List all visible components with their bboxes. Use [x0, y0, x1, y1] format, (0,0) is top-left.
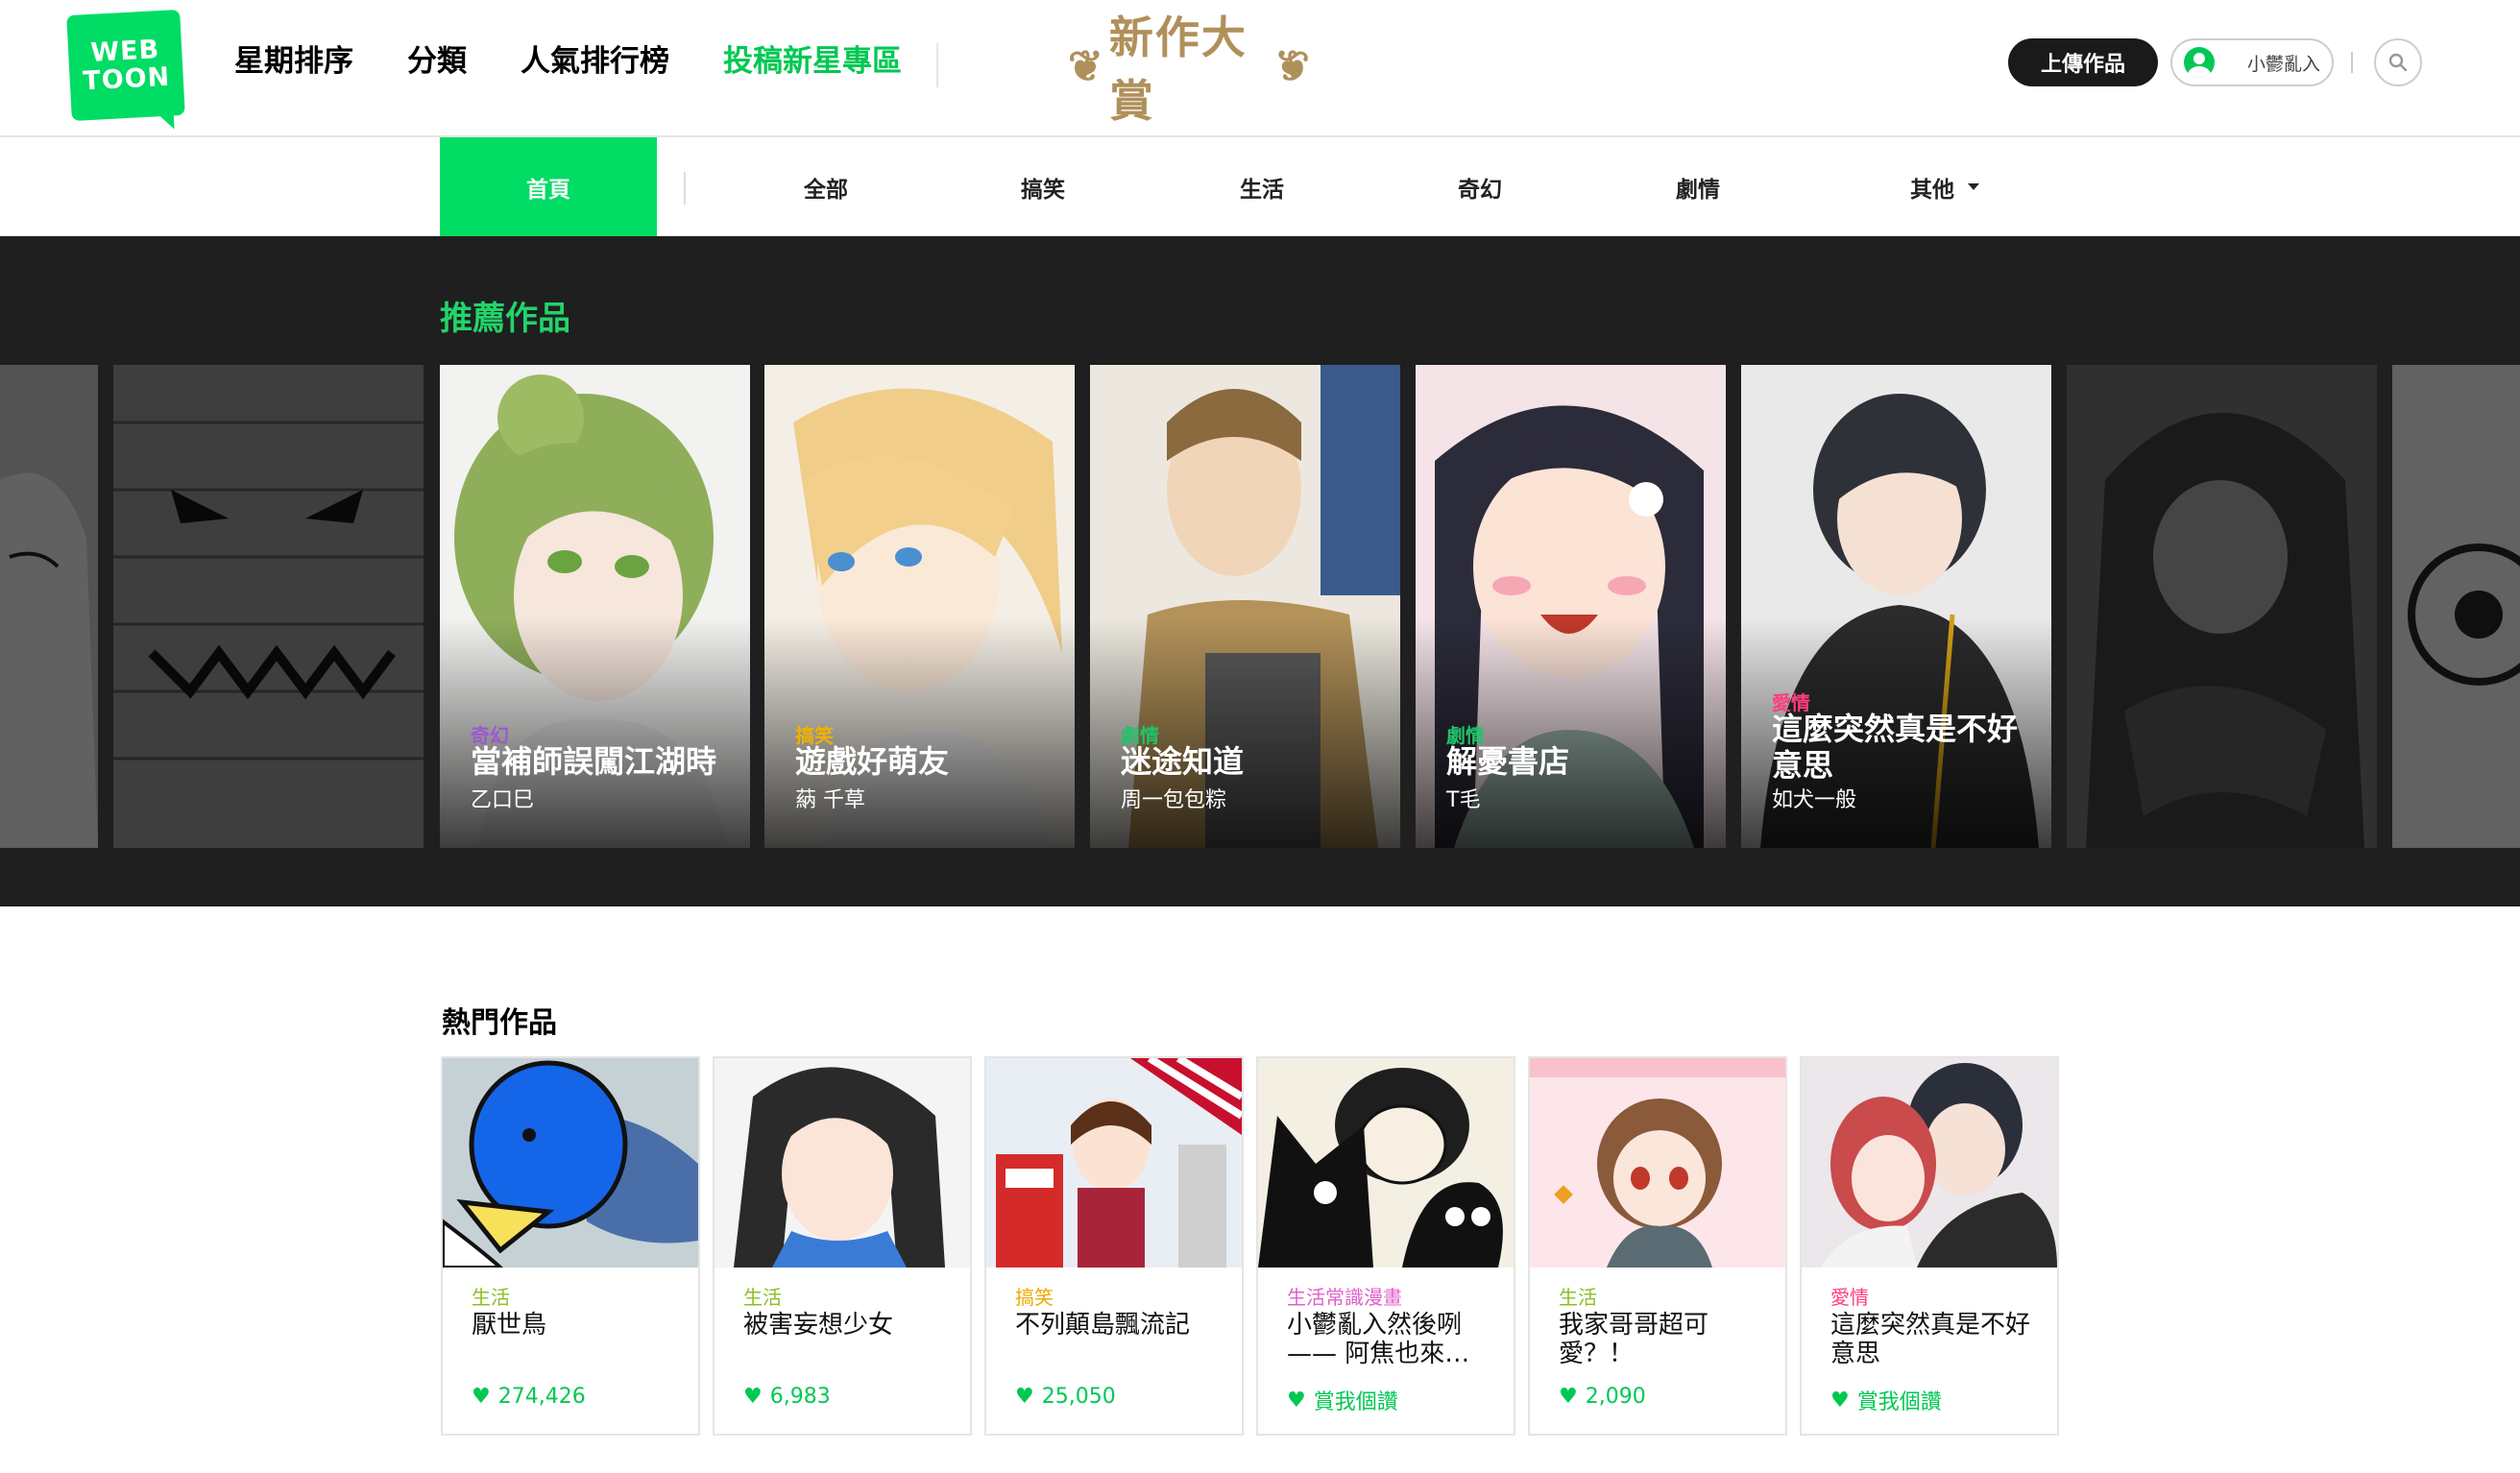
hot-genre: 生活 — [743, 1286, 782, 1309]
search-button[interactable] — [2374, 38, 2422, 86]
recommend-author: 乙口巳 — [471, 788, 535, 812]
hot-genre: 愛情 — [1830, 1286, 1869, 1309]
recommend-title-text: 解憂書店 — [1446, 743, 1570, 780]
carousel-next-card-1[interactable] — [2067, 365, 2377, 848]
heart-icon: ♥ — [1830, 1388, 1850, 1413]
hot-genre: 生活 — [1559, 1286, 1597, 1309]
user-menu-button[interactable]: 小鬱亂入 — [2170, 38, 2334, 86]
subnav-all[interactable]: 全部 — [768, 137, 884, 236]
recommend-author: T毛 — [1446, 788, 1481, 812]
recommend-card[interactable]: 劇情 解憂書店 T毛 — [1416, 365, 1726, 848]
hot-likes-value: 賞我個讚 — [1856, 1390, 1942, 1414]
subnav-divider — [684, 172, 686, 205]
hot-thumbnail — [1258, 1058, 1514, 1268]
user-avatar-icon — [2184, 47, 2215, 78]
hot-likes-value: 賞我個讚 — [1313, 1390, 1398, 1414]
recommend-author: 周一包包粽 — [1121, 788, 1227, 812]
recommend-section: 推薦作品 奇幻 當補師誤闖江湖時 乙口巳 搞笑 遊戲好萌友 蒳 千草 劇情 迷途… — [0, 236, 2520, 906]
hot-likes-value: 274,426 — [497, 1385, 586, 1409]
recommend-title-text: 這麼突然真是不好意思 — [1772, 711, 2019, 784]
hot-card[interactable]: 生活 厭世鳥 ♥ 274,426 — [441, 1056, 700, 1436]
hot-thumbnail — [443, 1058, 698, 1268]
subnav-drama[interactable]: 劇情 — [1640, 137, 1756, 236]
hot-likes: ♥ 賞我個讚 — [1287, 1385, 1398, 1415]
hot-likes-value: 6,983 — [769, 1385, 831, 1409]
hot-thumbnail — [1530, 1058, 1785, 1268]
heart-icon: ♥ — [1287, 1388, 1306, 1413]
award-banner[interactable]: ❦ 新作大賞 ❦ — [1064, 12, 1314, 127]
recommend-card[interactable]: 搞笑 遊戲好萌友 蒳 千草 — [764, 365, 1075, 848]
hot-genre: 搞笑 — [1015, 1286, 1054, 1309]
recommend-card[interactable]: 奇幻 當補師誤闖江湖時 乙口巳 — [440, 365, 750, 848]
hot-card[interactable]: 生活 被害妄想少女 ♥ 6,983 — [713, 1056, 972, 1436]
subnav-fantasy[interactable]: 奇幻 — [1422, 137, 1538, 236]
hot-section-title: 熱門作品 — [442, 1006, 557, 1040]
award-title: 新作大賞 — [1108, 12, 1248, 127]
hot-genre: 生活 — [472, 1286, 510, 1309]
genre-subnav: 首頁 全部 搞笑 生活 奇幻 劇情 其他 — [0, 137, 2520, 236]
hot-likes-value: 25,050 — [1041, 1385, 1116, 1409]
subnav-home[interactable]: 首頁 — [440, 137, 657, 236]
recommend-author: 如犬一般 — [1772, 788, 1857, 812]
nav-divider — [936, 43, 938, 87]
recommend-card[interactable]: 愛情 這麼突然真是不好意思 如犬一般 — [1741, 365, 2051, 848]
caret-down-icon — [1968, 183, 1979, 190]
hot-thumbnail — [1802, 1058, 2057, 1268]
user-name: 小鬱亂入 — [2247, 53, 2321, 75]
laurel-right-icon: ❦ — [1272, 41, 1310, 91]
hot-likes-value: 2,090 — [1585, 1385, 1646, 1409]
webtoon-logo[interactable]: WEB TOON — [66, 9, 185, 122]
heart-icon: ♥ — [743, 1385, 763, 1409]
heart-icon: ♥ — [472, 1385, 491, 1409]
recommend-title-text: 迷途知道 — [1121, 743, 1245, 780]
nav-weekday[interactable]: 星期排序 — [234, 38, 353, 85]
hot-likes: ♥ 2,090 — [1559, 1385, 1646, 1409]
subnav-comedy[interactable]: 搞笑 — [985, 137, 1101, 236]
nav-ranking[interactable]: 人氣排行榜 — [521, 38, 669, 85]
hot-title-text: 我家哥哥超可愛？！ — [1559, 1311, 1709, 1368]
search-icon — [2388, 53, 2408, 72]
header-separator — [2351, 52, 2353, 73]
hot-title-text: 不列顛島飄流記 — [1015, 1311, 1191, 1340]
hot-title-text: 厭世鳥 — [472, 1311, 547, 1340]
hot-card[interactable]: 搞笑 不列顛島飄流記 ♥ 25,050 — [984, 1056, 1244, 1436]
hot-thumbnail — [715, 1058, 970, 1268]
hot-likes: ♥ 6,983 — [743, 1385, 831, 1409]
recommend-title-text: 遊戲好萌友 — [795, 743, 950, 780]
hot-title-text: 小鬱亂入然後咧—— 阿焦也來… — [1287, 1311, 1470, 1368]
subnav-more-dropdown[interactable]: 其他 — [1873, 137, 2017, 236]
hot-card[interactable]: 生活常識漫畫 小鬱亂入然後咧—— 阿焦也來… ♥ 賞我個讚 — [1256, 1056, 1515, 1436]
upload-button[interactable]: 上傳作品 — [2008, 38, 2158, 86]
carousel-prev-card-2[interactable] — [0, 365, 98, 848]
recommend-title-text: 當補師誤闖江湖時 — [471, 743, 717, 780]
hot-likes: ♥ 274,426 — [472, 1385, 586, 1409]
subnav-slice-of-life[interactable]: 生活 — [1204, 137, 1320, 236]
hot-title-text: 被害妄想少女 — [743, 1311, 894, 1340]
logo-line-2: TOON — [82, 61, 171, 97]
hot-genre: 生活常識漫畫 — [1287, 1286, 1402, 1309]
hot-thumbnail — [986, 1058, 1242, 1268]
carousel-next-card-2[interactable] — [2392, 365, 2520, 848]
hot-title-text: 這麼突然真是不好意思 — [1830, 1311, 2031, 1368]
laurel-left-icon: ❦ — [1068, 41, 1105, 91]
nav-genre[interactable]: 分類 — [407, 38, 467, 85]
hot-card[interactable]: 愛情 這麼突然真是不好意思 ♥ 賞我個讚 — [1800, 1056, 2059, 1436]
nav-canvas[interactable]: 投稿新星專區 — [723, 38, 902, 85]
recommend-author: 蒳 千草 — [795, 788, 865, 812]
subnav-more-label: 其他 — [1910, 177, 1954, 203]
recommend-card[interactable]: 劇情 迷途知道 周一包包粽 — [1090, 365, 1400, 848]
hot-card[interactable]: 生活 我家哥哥超可愛？！ ♥ 2,090 — [1528, 1056, 1787, 1436]
hot-likes: ♥ 25,050 — [1015, 1385, 1116, 1409]
global-header: WEB TOON 星期排序 分類 人氣排行榜 投稿新星專區 ❦ 新作大賞 ❦ 上… — [0, 0, 2520, 137]
global-nav: 星期排序 分類 人氣排行榜 投稿新星專區 — [234, 38, 902, 85]
recommend-title: 推薦作品 — [440, 300, 570, 338]
carousel-prev-card-1[interactable] — [113, 365, 424, 848]
heart-icon: ♥ — [1015, 1385, 1034, 1409]
hot-likes: ♥ 賞我個讚 — [1830, 1385, 1942, 1415]
heart-icon: ♥ — [1559, 1385, 1578, 1409]
